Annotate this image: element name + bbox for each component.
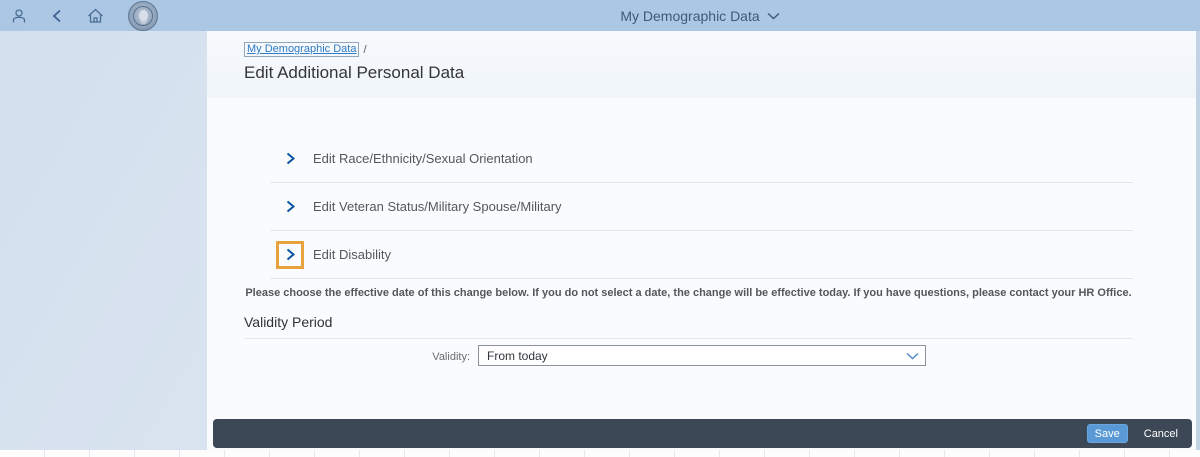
- chevron-down-icon: [899, 352, 925, 360]
- chevron-left-icon: [51, 9, 63, 23]
- expand-chevron-icon[interactable]: [280, 197, 300, 217]
- state-seal-logo: [128, 0, 158, 31]
- section-row-disability[interactable]: Edit Disability: [270, 231, 1133, 279]
- user-profile-button[interactable]: [8, 5, 30, 27]
- app-title-menu[interactable]: My Demographic Data: [560, 0, 840, 31]
- section-label: Edit Veteran Status/Military Spouse/Mili…: [313, 199, 562, 214]
- validity-selected-value: From today: [487, 348, 548, 363]
- breadcrumb: My Demographic Data /: [244, 42, 367, 57]
- home-button[interactable]: [84, 5, 106, 27]
- background-table-strip: [0, 450, 1200, 457]
- back-button[interactable]: [46, 5, 68, 27]
- shell-left-actions: [0, 0, 158, 31]
- section-label: Edit Disability: [313, 247, 392, 262]
- section-list: Edit Race/Ethnicity/Sexual Orientation E…: [270, 135, 1133, 279]
- breadcrumb-separator: /: [363, 43, 367, 56]
- breadcrumb-link[interactable]: My Demographic Data: [244, 42, 360, 57]
- form-divider: [244, 338, 1133, 339]
- save-button[interactable]: Save: [1086, 424, 1128, 443]
- validity-select[interactable]: From today: [478, 345, 926, 366]
- app-title: My Demographic Data: [620, 7, 760, 24]
- expand-chevron-icon[interactable]: [280, 149, 300, 169]
- expand-chevron-icon-highlighted[interactable]: [276, 240, 304, 269]
- section-row-race-ethnicity[interactable]: Edit Race/Ethnicity/Sexual Orientation: [270, 135, 1133, 183]
- section-label: Edit Race/Ethnicity/Sexual Orientation: [313, 151, 533, 166]
- effective-date-notice: Please choose the effective date of this…: [245, 287, 1132, 299]
- footer-toolbar: Save Cancel: [213, 419, 1192, 448]
- page-title: Edit Additional Personal Data: [244, 63, 465, 82]
- chevron-down-icon: [767, 12, 780, 20]
- content-panel: My Demographic Data / Edit Additional Pe…: [207, 31, 1196, 450]
- shell-bar: My Demographic Data: [0, 0, 1200, 31]
- section-row-veteran-status[interactable]: Edit Veteran Status/Military Spouse/Mili…: [270, 183, 1133, 231]
- cancel-button[interactable]: Cancel: [1140, 428, 1182, 440]
- validity-period-heading: Validity Period: [244, 314, 333, 330]
- person-icon: [11, 8, 27, 24]
- scrollbar[interactable]: [1196, 31, 1200, 450]
- page-header: My Demographic Data / Edit Additional Pe…: [207, 31, 1196, 98]
- validity-label: Validity:: [432, 351, 470, 363]
- home-icon: [87, 8, 104, 24]
